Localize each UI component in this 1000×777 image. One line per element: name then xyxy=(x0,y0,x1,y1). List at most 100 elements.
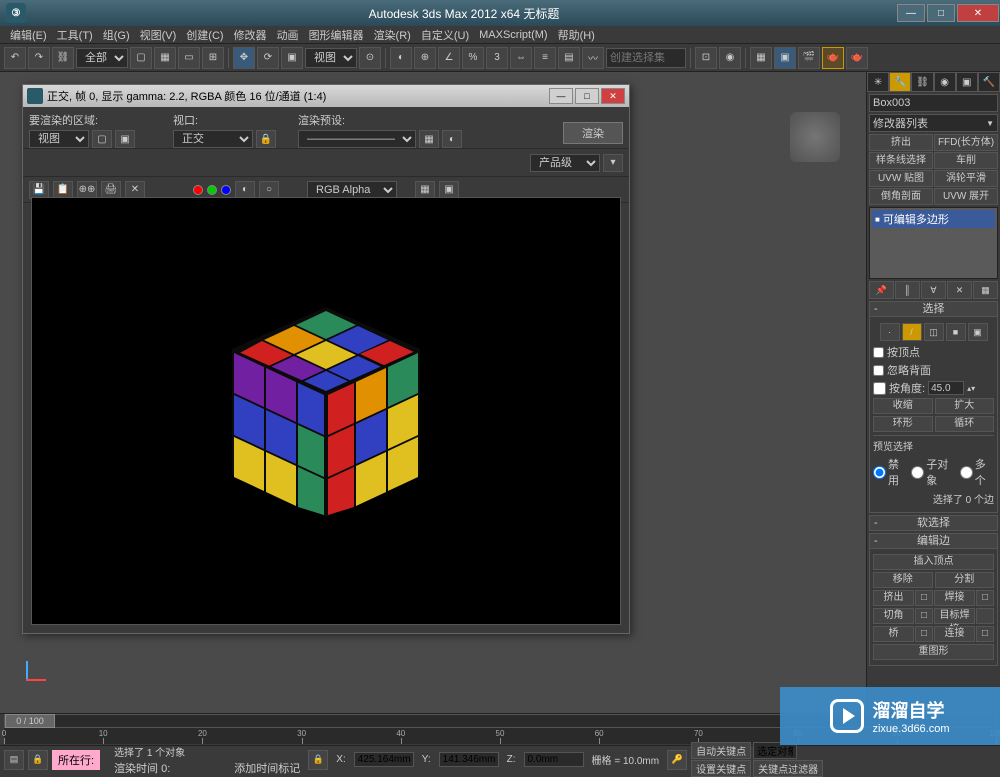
redo-button[interactable]: ↷ xyxy=(28,47,50,69)
mod-extrude-button[interactable]: 挤出 xyxy=(869,134,933,151)
window-maximize-button[interactable]: □ xyxy=(927,4,955,22)
by-vertex-check[interactable]: 按顶点 xyxy=(873,344,994,360)
modifier-list-dropdown[interactable]: 修改器列表 xyxy=(869,114,998,132)
red-channel-toggle[interactable] xyxy=(193,185,203,195)
bridge-settings[interactable]: □ xyxy=(915,626,933,642)
mono-toggle[interactable]: ○ xyxy=(259,181,279,199)
render-area-select[interactable]: 视图 xyxy=(29,130,89,148)
display-tab[interactable]: ▣ xyxy=(956,72,978,92)
weld-settings[interactable]: □ xyxy=(976,590,994,606)
selection-filter[interactable]: 全部 xyxy=(76,48,128,68)
grow-button[interactable]: 扩大 xyxy=(935,398,995,414)
mirror-button[interactable]: ⇔ xyxy=(510,47,532,69)
menu-create[interactable]: 创建(C) xyxy=(182,26,227,44)
modify-tab[interactable]: 🔧 xyxy=(889,72,911,92)
bridge-button[interactable]: 桥 xyxy=(873,626,914,642)
rollout-selection-header[interactable]: 选择 xyxy=(869,301,998,317)
select-name-button[interactable]: ▦ xyxy=(154,47,176,69)
rotate-button[interactable]: ⟳ xyxy=(257,47,279,69)
render-min-button[interactable]: — xyxy=(549,88,573,104)
angle-snap-button[interactable]: ∠ xyxy=(438,47,460,69)
stack-item-epoly[interactable]: 可编辑多边形 xyxy=(872,210,995,228)
render-setup-btn[interactable]: ▦ xyxy=(419,130,439,148)
subobj-edge[interactable]: / xyxy=(902,323,922,341)
menu-custom[interactable]: 自定义(U) xyxy=(417,26,473,44)
viewcube-gizmo[interactable] xyxy=(790,112,840,162)
subobj-vertex[interactable]: · xyxy=(880,323,900,341)
angle-spinner[interactable] xyxy=(928,381,964,395)
subobj-border[interactable]: ◫ xyxy=(924,323,944,341)
ignore-backface-check[interactable]: 忽略背面 xyxy=(873,362,994,378)
menu-modifier[interactable]: 修改器 xyxy=(230,26,271,44)
subobj-poly[interactable]: ■ xyxy=(946,323,966,341)
snap-button[interactable]: ⊕ xyxy=(414,47,436,69)
render-max-button[interactable]: □ xyxy=(575,88,599,104)
remove-mod-button[interactable]: ✕ xyxy=(947,281,972,299)
connect-button[interactable]: 连接 xyxy=(934,626,975,642)
move-button[interactable]: ✥ xyxy=(233,47,255,69)
motion-tab[interactable]: ◉ xyxy=(934,72,956,92)
select-button[interactable]: ▢ xyxy=(130,47,152,69)
spinner-snap-button[interactable]: 3 xyxy=(486,47,508,69)
render-close-button[interactable]: ✕ xyxy=(601,88,625,104)
render-setup-button[interactable]: ▦ xyxy=(750,47,772,69)
teapot-icon[interactable]: 🫖 xyxy=(846,47,868,69)
alpha-channel-toggle[interactable]: ◐ xyxy=(235,181,255,199)
loop-button[interactable]: 循环 xyxy=(935,416,995,432)
maxscript-button[interactable]: ▤ xyxy=(4,750,24,770)
create-tab[interactable]: ✳ xyxy=(867,72,889,92)
mod-spline-button[interactable]: 样条线选择 xyxy=(869,152,933,169)
render-button[interactable]: 🎬 xyxy=(798,47,820,69)
pivot-button[interactable]: ⊙ xyxy=(359,47,381,69)
remove-button[interactable]: 移除 xyxy=(873,572,933,588)
x-coord-field[interactable] xyxy=(354,752,414,767)
split-button[interactable]: 分割 xyxy=(935,572,995,588)
scale-button[interactable]: ▣ xyxy=(281,47,303,69)
render-window-titlebar[interactable]: 正交, 帧 0, 显示 gamma: 2.2, RGBA 颜色 16 位/通道 … xyxy=(23,85,629,107)
window-minimize-button[interactable]: — xyxy=(897,4,925,22)
channel-select[interactable]: RGB Alpha xyxy=(307,181,397,199)
autokey-button[interactable]: 自动关键点 xyxy=(691,742,751,759)
mod-ffd-button[interactable]: FFD(长方体) xyxy=(934,134,998,151)
window-close-button[interactable]: ✕ xyxy=(957,4,999,22)
lock-selection-button[interactable]: 🔒 xyxy=(308,750,328,770)
align-button[interactable]: ≡ xyxy=(534,47,556,69)
create-shape-button[interactable]: 重图形 xyxy=(873,644,994,660)
mod-bevel-button[interactable]: 倒角剖面 xyxy=(869,188,933,205)
weld-button[interactable]: 焊接 xyxy=(934,590,975,606)
keyfilter-button[interactable]: 关键点过滤器 xyxy=(753,760,823,777)
render-lock-button[interactable]: 🔒 xyxy=(256,130,276,148)
y-coord-field[interactable] xyxy=(439,752,499,767)
extrude-settings[interactable]: □ xyxy=(915,590,933,606)
menu-help[interactable]: 帮助(H) xyxy=(554,26,599,44)
rollout-editedge-header[interactable]: 编辑边 xyxy=(869,533,998,549)
render-area-btn1[interactable]: ▢ xyxy=(92,130,112,148)
menu-script[interactable]: MAXScript(M) xyxy=(475,28,551,42)
unique-button[interactable]: ∀ xyxy=(921,281,946,299)
object-name-field[interactable]: Box003 xyxy=(869,94,998,112)
percent-snap-button[interactable]: % xyxy=(462,47,484,69)
menu-group[interactable]: 组(G) xyxy=(99,26,134,44)
undo-button[interactable]: ↶ xyxy=(4,47,26,69)
preview-off-radio[interactable]: 禁用 xyxy=(873,456,907,488)
key-button[interactable]: 🔑 xyxy=(667,750,687,770)
chamfer-settings[interactable]: □ xyxy=(915,608,933,624)
render-button[interactable]: 渲染 xyxy=(563,122,623,144)
manip-button[interactable]: ◐ xyxy=(390,47,412,69)
menu-tools[interactable]: 工具(T) xyxy=(53,26,97,44)
utilities-tab[interactable]: 🔨 xyxy=(978,72,1000,92)
extrude-button[interactable]: 挤出 xyxy=(873,590,914,606)
frame-buffer-button[interactable]: ▣ xyxy=(439,181,459,199)
schematic-button[interactable]: ⊡ xyxy=(695,47,717,69)
target-weld-button[interactable]: 目标焊接 xyxy=(934,608,975,624)
render-output-btn[interactable]: ▾ xyxy=(603,154,623,172)
window-crossing-button[interactable]: ⊞ xyxy=(202,47,224,69)
mod-unwrap-button[interactable]: UVW 展开 xyxy=(934,188,998,205)
blue-channel-toggle[interactable] xyxy=(221,185,231,195)
time-slider-thumb[interactable]: 0 / 100 xyxy=(5,714,55,728)
mod-uvw-button[interactable]: UVW 贴图 xyxy=(869,170,933,187)
mod-lathe-button[interactable]: 车削 xyxy=(934,152,998,169)
material-button[interactable]: ◉ xyxy=(719,47,741,69)
subobj-element[interactable]: ▣ xyxy=(968,323,988,341)
print-button[interactable]: 🖨 xyxy=(101,181,121,199)
